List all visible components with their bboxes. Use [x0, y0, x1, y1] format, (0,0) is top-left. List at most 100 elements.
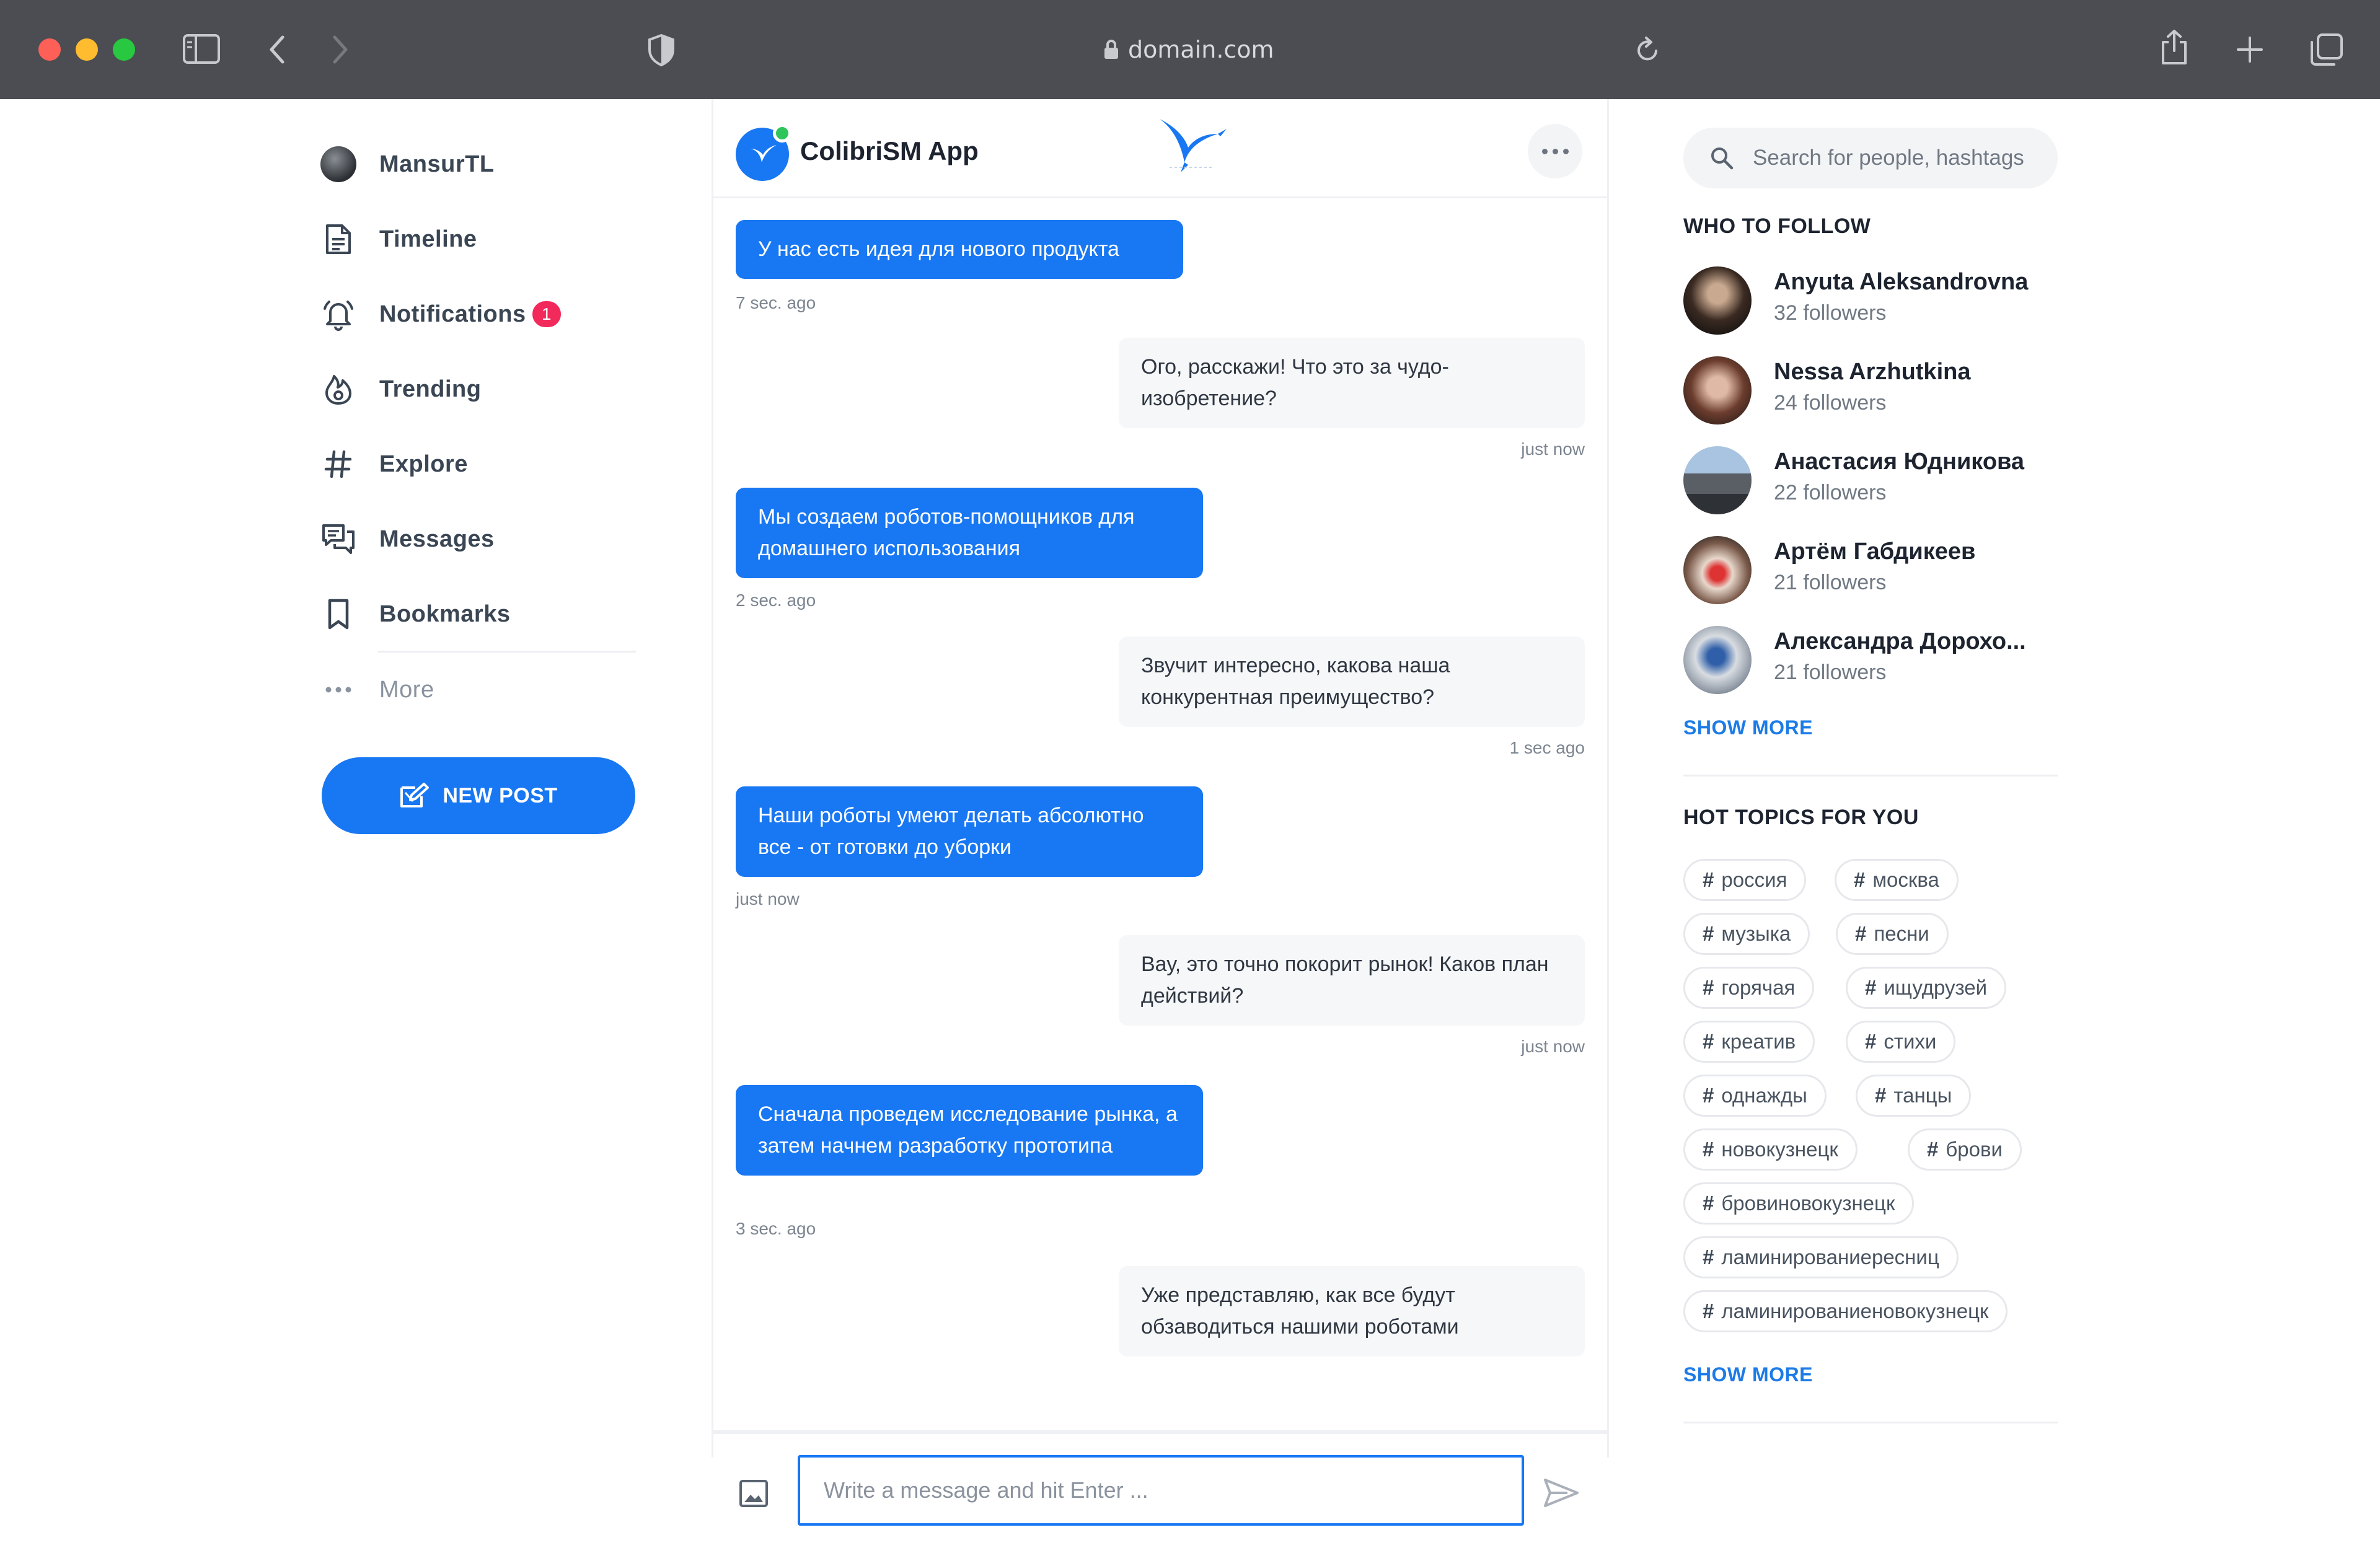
avatar	[1683, 626, 1752, 694]
message-time: 1 sec ago	[1509, 738, 1585, 757]
message-time: 7 sec. ago	[736, 293, 816, 312]
chat-bubbles-icon	[322, 524, 355, 554]
follow-name: Александра Дорохо...	[1774, 628, 2026, 654]
nav-explore[interactable]: Explore	[320, 442, 468, 486]
send-icon[interactable]	[1543, 1477, 1580, 1508]
hashtag-icon: #	[1703, 1300, 1714, 1322]
nav-notifications-label: Notifications	[379, 301, 526, 327]
nav-timeline[interactable]: Timeline	[320, 218, 477, 261]
topic-tag[interactable]: # брови	[1908, 1128, 2022, 1171]
share-icon[interactable]	[2159, 29, 2189, 66]
section-divider	[1683, 775, 2058, 776]
topic-tag[interactable]: # песни	[1836, 913, 1949, 955]
follow-count: 22 followers	[1774, 481, 1887, 504]
topic-tag[interactable]: # музыка	[1683, 913, 1810, 955]
follow-name: Anyuta Aleksandrovna	[1774, 269, 2029, 295]
hashtag-icon: #	[1703, 976, 1714, 999]
hashtag-icon: #	[1703, 1192, 1714, 1215]
message-incoming: Наши роботы умеют делать абсолютно все -…	[736, 786, 1203, 877]
topic-tag[interactable]: # креатив	[1683, 1021, 1815, 1063]
topic-label: танцы	[1893, 1084, 1952, 1107]
reload-icon[interactable]	[1635, 36, 1660, 63]
hashtag-icon: #	[1865, 1030, 1877, 1053]
avatar	[1683, 356, 1752, 424]
topic-tag[interactable]: # ищудрузей	[1846, 967, 2007, 1009]
forward-icon[interactable]	[331, 35, 350, 64]
nav-bookmarks[interactable]: Bookmarks	[320, 592, 510, 636]
show-more-topics-link[interactable]: SHOW MORE	[1683, 1363, 1813, 1386]
topic-tag[interactable]: # однажды	[1683, 1075, 1827, 1117]
nav-more[interactable]: More	[320, 668, 434, 711]
topic-label: музыка	[1721, 922, 1791, 945]
dot-icon	[1541, 148, 1548, 154]
chat-options-button[interactable]	[1528, 124, 1582, 178]
compose-icon	[400, 783, 430, 807]
topic-tag[interactable]: # новокузнецк	[1683, 1128, 1858, 1171]
topic-tag[interactable]: # ламинированиеновокузнецк	[1683, 1290, 2008, 1332]
chat-avatar[interactable]	[736, 124, 791, 181]
hashtag-icon: #	[1703, 922, 1714, 945]
hashtag-icon: #	[1703, 1084, 1714, 1107]
dot-icon	[1562, 148, 1569, 154]
follow-count: 32 followers	[1774, 301, 1887, 325]
topic-tag[interactable]: # ламинированиересниц	[1683, 1236, 1959, 1278]
nav-messages[interactable]: Messages	[320, 517, 495, 561]
topic-label: креатив	[1721, 1030, 1796, 1053]
nav-bookmarks-label: Bookmarks	[379, 600, 511, 627]
follow-suggestion[interactable]: Артём Габдикеев 21 followers	[1683, 536, 2061, 604]
tab-overview-icon[interactable]	[2309, 32, 2344, 67]
message-list[interactable]: У нас есть идея для нового продукта 7 se…	[713, 200, 1607, 1433]
hashtag-icon: #	[1875, 1084, 1887, 1107]
message-incoming: У нас есть идея для нового продукта	[736, 220, 1183, 279]
topic-label: бровиновокузнецк	[1721, 1192, 1895, 1215]
avatar	[320, 146, 356, 182]
follow-suggestion[interactable]: Nessa Arzhutkina 24 followers	[1683, 356, 2061, 424]
sidebar-toggle-icon[interactable]	[182, 33, 221, 64]
topic-tag[interactable]: # горячая	[1683, 967, 1815, 1009]
nav-profile[interactable]: MansurTL	[320, 143, 495, 186]
follow-suggestion[interactable]: Anyuta Aleksandrovna 32 followers	[1683, 266, 2061, 335]
topic-label: горячая	[1721, 976, 1796, 999]
document-icon	[326, 224, 351, 254]
follow-count: 21 followers	[1774, 571, 1887, 594]
url-text: domain.com	[1128, 36, 1274, 63]
follow-suggestion[interactable]: Александра Дорохо... 21 followers	[1683, 626, 2061, 694]
topic-tag[interactable]: # бровиновокузнецк	[1683, 1182, 1915, 1225]
nav-timeline-label: Timeline	[379, 226, 477, 252]
topic-tag[interactable]: # москва	[1835, 859, 1959, 901]
show-more-follow-link[interactable]: SHOW MORE	[1683, 716, 1813, 739]
hashtag-icon: #	[1927, 1138, 1939, 1161]
message-incoming: Мы создаем роботов-помощников для домашн…	[736, 488, 1203, 578]
new-post-button[interactable]: NEW POST	[322, 757, 635, 834]
topic-tag[interactable]: # стихи	[1846, 1021, 1956, 1063]
message-outgoing: Вау, это точно покорит рынок! Каков план…	[1119, 935, 1585, 1026]
follow-count: 24 followers	[1774, 391, 1887, 415]
avatar	[1683, 446, 1752, 514]
nav-notifications[interactable]: Notifications 1	[320, 292, 563, 336]
window-close-button[interactable]	[38, 38, 61, 61]
topic-tag[interactable]: # россия	[1683, 859, 1807, 901]
chat-panel: ColibriSM App У нас есть идея для нового…	[712, 99, 1609, 1548]
address-bar[interactable]: domain.com	[1103, 32, 1274, 67]
topic-label: москва	[1872, 868, 1939, 891]
topic-label: новокузнецк	[1721, 1138, 1838, 1161]
search-input[interactable]	[1753, 146, 2038, 170]
nav-more-label: More	[379, 676, 434, 703]
topic-label: россия	[1721, 868, 1787, 891]
bell-icon	[324, 301, 353, 331]
shield-icon[interactable]	[647, 33, 676, 67]
back-icon[interactable]	[268, 35, 286, 64]
avatar	[1683, 266, 1752, 335]
online-indicator	[773, 124, 791, 143]
window-minimize-button[interactable]	[76, 38, 98, 61]
nav-trending[interactable]: Trending	[320, 367, 481, 411]
attach-image-icon[interactable]	[738, 1479, 769, 1508]
message-input[interactable]	[798, 1455, 1524, 1526]
search-box[interactable]	[1683, 128, 2058, 188]
topic-tag[interactable]: # танцы	[1856, 1075, 1972, 1117]
nav-messages-label: Messages	[379, 526, 495, 552]
follow-suggestion[interactable]: Анастасия Юдникова 22 followers	[1683, 446, 2061, 514]
topic-label: ищудрузей	[1884, 976, 1988, 999]
window-zoom-button[interactable]	[113, 38, 135, 61]
new-tab-icon[interactable]	[2236, 36, 2263, 63]
